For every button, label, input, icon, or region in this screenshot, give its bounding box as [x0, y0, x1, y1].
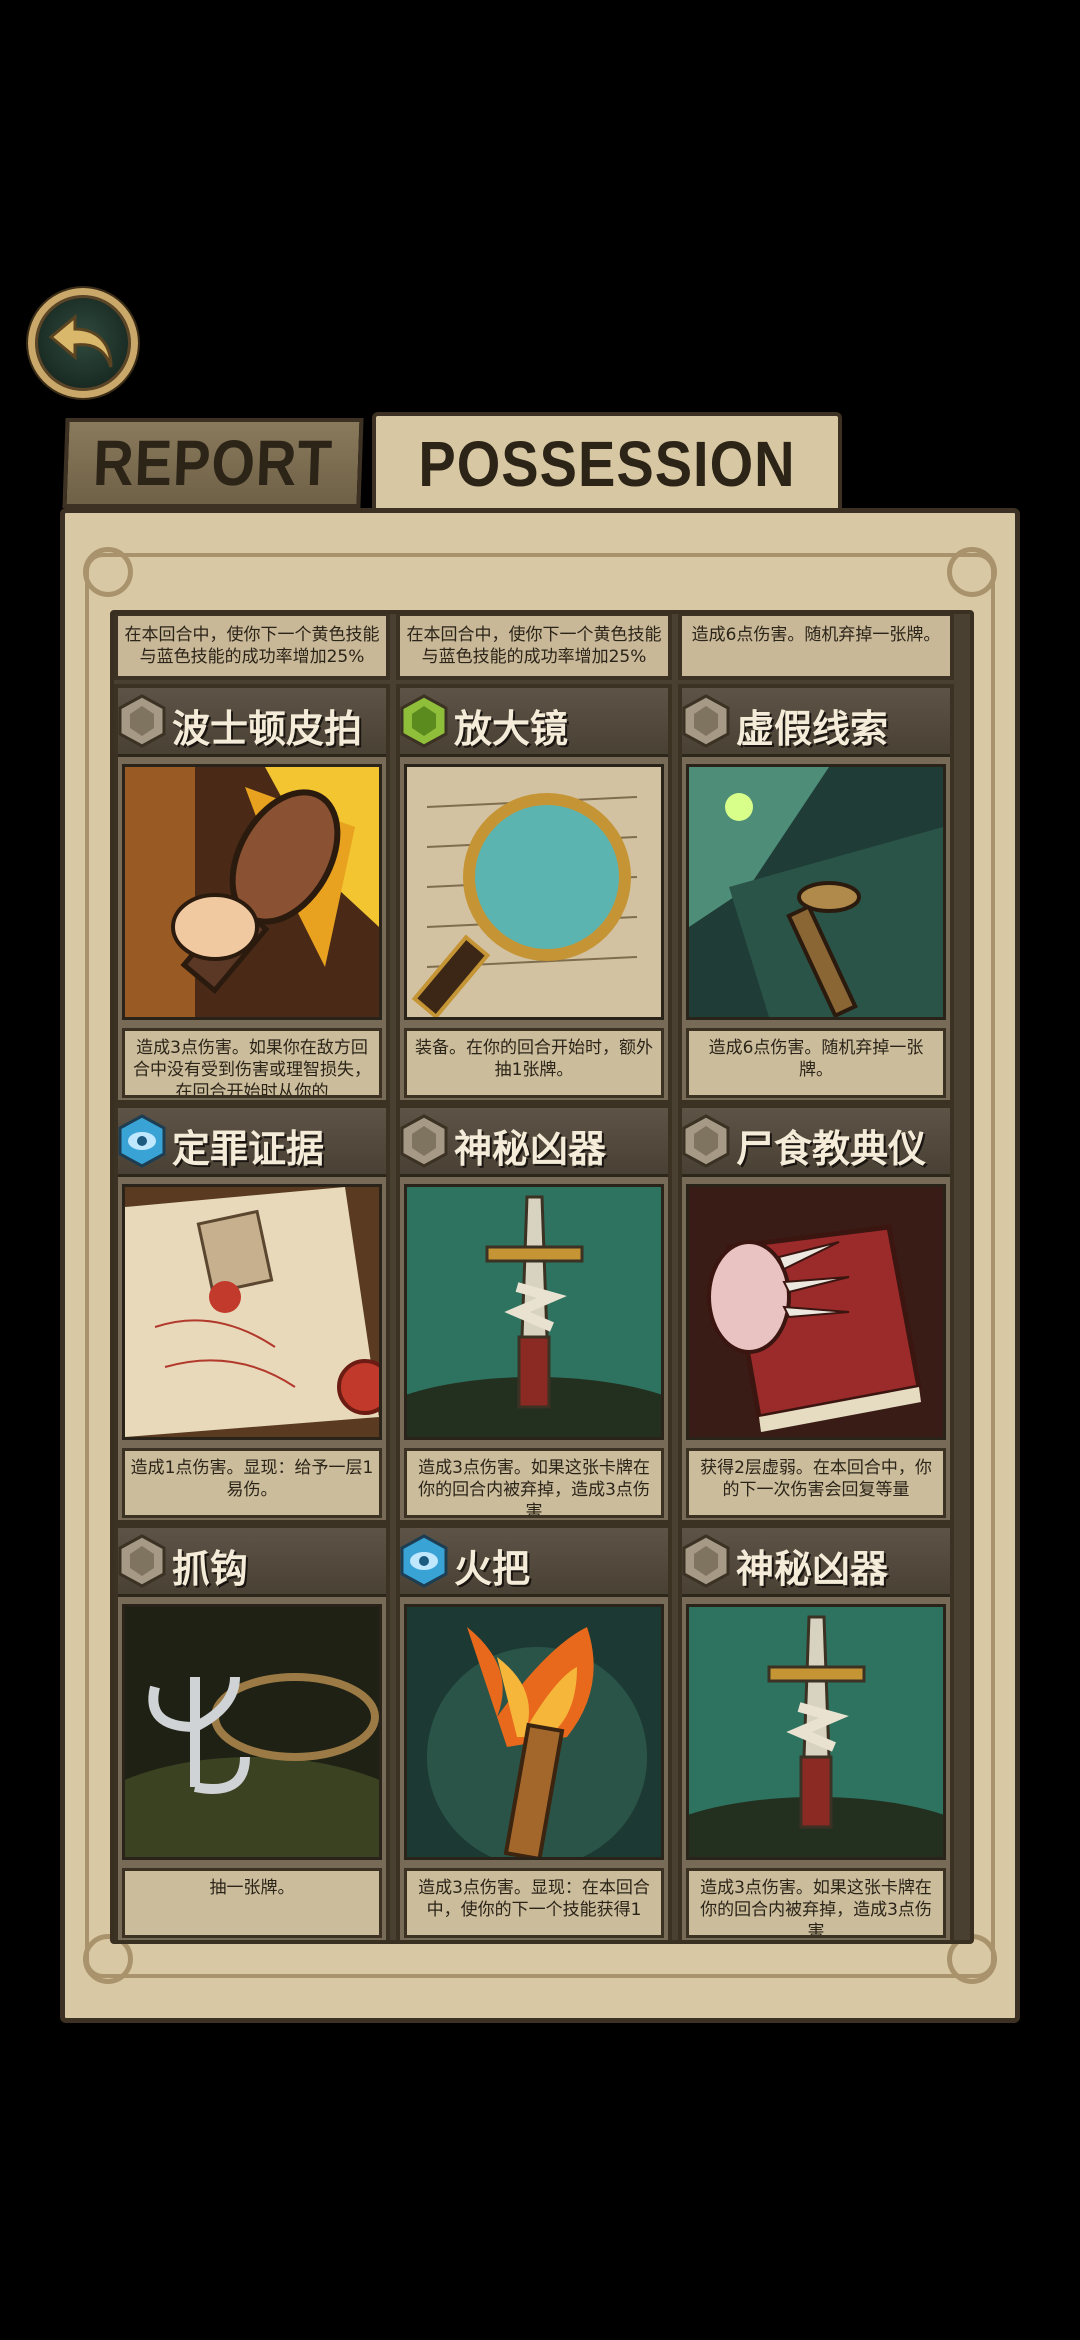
card-name: 抓钩 — [172, 1547, 249, 1591]
card[interactable]: 抓钩 抽一张牌。 — [114, 1524, 390, 1940]
card-header: 抓钩 — [118, 1528, 386, 1597]
gray-gem-icon — [682, 1114, 730, 1168]
card-art-false-clue — [686, 764, 946, 1020]
card-description: 造成3点伤害。如果这张卡牌在你的回合内被弃掉，造成3点伤害 — [686, 1868, 946, 1938]
card-art-mystery-dagger — [404, 1184, 664, 1440]
gray-gem-icon — [118, 1534, 166, 1588]
back-button[interactable] — [28, 288, 138, 398]
card-header: 波士顿皮拍 — [118, 688, 386, 757]
card[interactable]: 定罪证据 造成1点伤害。显现：给予一层1易伤。 — [114, 1104, 390, 1524]
card[interactable]: 尸食教典仪 获得2层虚弱。在本回合中，你的下一次伤害会回复等量 — [678, 1104, 954, 1524]
card-header: 神秘凶器 — [682, 1528, 950, 1597]
card-name: 放大镜 — [454, 707, 569, 751]
card-art-red-tome — [686, 1184, 946, 1440]
card-description: 造成3点伤害。显现：在本回合中，使你的下一个技能获得1 — [404, 1868, 664, 1938]
card-name: 定罪证据 — [172, 1127, 325, 1171]
card[interactable]: 虚假线索 造成6点伤害。随机弃掉一张牌。 — [678, 684, 954, 1104]
blue-gem-icon — [400, 1534, 448, 1588]
gray-gem-icon — [682, 1534, 730, 1588]
partial-card-desc[interactable]: 在本回合中，使你下一个黄色技能与蓝色技能的成功率增加25% — [114, 614, 390, 680]
partial-card-desc[interactable]: 造成6点伤害。随机弃掉一张牌。 — [678, 614, 954, 680]
card-name: 尸食教典仪 — [736, 1127, 927, 1171]
card-art-leather-paddle — [122, 764, 382, 1020]
card-header: 火把 — [400, 1528, 668, 1597]
card-art-evidence-document — [122, 1184, 382, 1440]
blue-gem-icon — [118, 1114, 166, 1168]
card-art-mystery-dagger — [686, 1604, 946, 1860]
card-description: 造成3点伤害。如果你在敌方回合中没有受到伤害或理智损失，在回合开始时从你的 — [122, 1028, 382, 1098]
card-art-grappling-hook — [122, 1604, 382, 1860]
card[interactable]: 神秘凶器 造成3点伤害。如果这张卡牌在你的回合内被弃掉，造成3点伤害 — [396, 1104, 672, 1524]
card-description: 装备。在你的回合开始时，额外抽1张牌。 — [404, 1028, 664, 1098]
card-header: 放大镜 — [400, 688, 668, 757]
card-name: 神秘凶器 — [736, 1547, 889, 1591]
card[interactable]: 神秘凶器 造成3点伤害。如果这张卡牌在你的回合内被弃掉，造成3点伤害 — [678, 1524, 954, 1940]
card-description: 造成3点伤害。如果这张卡牌在你的回合内被弃掉，造成3点伤害 — [404, 1448, 664, 1518]
card[interactable]: 波士顿皮拍 造成3点伤害。如果你在敌方回合中没有受到伤害或理智损失，在回合开始时… — [114, 684, 390, 1104]
card-name: 波士顿皮拍 — [172, 707, 363, 751]
card-name: 火把 — [454, 1547, 531, 1591]
green-gem-icon — [400, 694, 448, 748]
gray-gem-icon — [682, 694, 730, 748]
corner-ornament — [83, 547, 133, 597]
partial-card-desc[interactable]: 在本回合中，使你下一个黄色技能与蓝色技能的成功率增加25% — [396, 614, 672, 680]
card-description: 抽一张牌。 — [122, 1868, 382, 1938]
tab-report-label: REPORT — [92, 426, 334, 499]
card-header: 尸食教典仪 — [682, 1108, 950, 1177]
card-art-magnifying-glass — [404, 764, 664, 1020]
card-header: 神秘凶器 — [400, 1108, 668, 1177]
card-header: 虚假线索 — [682, 688, 950, 757]
card-description: 造成6点伤害。随机弃掉一张牌。 — [686, 1028, 946, 1098]
card-name: 神秘凶器 — [454, 1127, 607, 1171]
gray-gem-icon — [118, 694, 166, 748]
card-header: 定罪证据 — [118, 1108, 386, 1177]
tab-possession-label: POSSESSION — [418, 427, 796, 500]
card-grid[interactable]: 在本回合中，使你下一个黄色技能与蓝色技能的成功率增加25% 在本回合中，使你下一… — [110, 610, 974, 1944]
card-description: 造成1点伤害。显现：给予一层1易伤。 — [122, 1448, 382, 1518]
card-description: 获得2层虚弱。在本回合中，你的下一次伤害会回复等量 — [686, 1448, 946, 1518]
gray-gem-icon — [400, 1114, 448, 1168]
tab-report[interactable]: REPORT — [62, 418, 364, 508]
card-art-torch — [404, 1604, 664, 1860]
card[interactable]: 放大镜 装备。在你的回合开始时，额外抽1张牌。 — [396, 684, 672, 1104]
back-arrow-icon — [48, 313, 113, 368]
card-name: 虚假线索 — [736, 707, 889, 751]
corner-ornament — [947, 547, 997, 597]
card[interactable]: 火把 造成3点伤害。显现：在本回合中，使你的下一个技能获得1 — [396, 1524, 672, 1940]
